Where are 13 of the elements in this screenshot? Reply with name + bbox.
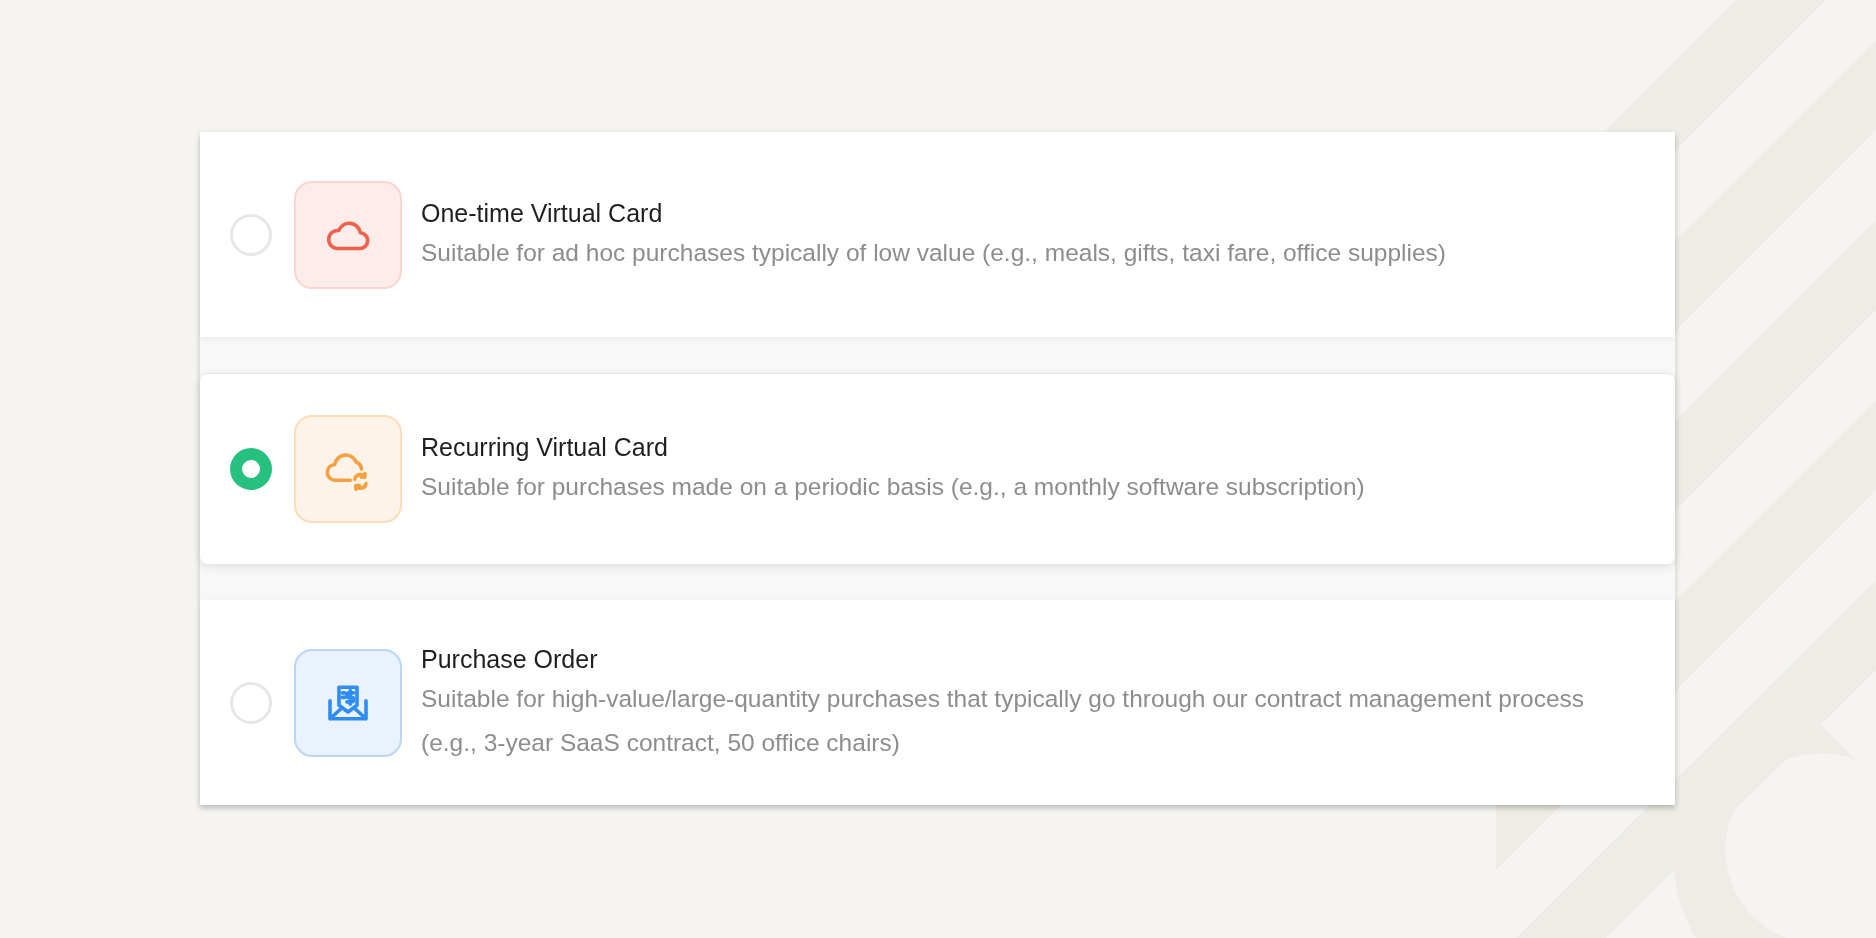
option-description: Suitable for purchases made on a periodic basis (e.g., a monthly software subscription)	[421, 472, 1366, 502]
option-description: Suitable for ad hoc purchases typically of low value (e.g., meals, gifts, taxi fare, office supplies)	[421, 237, 1447, 268]
option-title: One-time Virtual Card	[421, 197, 664, 229]
option-card[interactable]: Purchase Order Suitable for high-value/large-quantity purchases that typically go through our contract management process (e.g., 3-year SaaS contract, 50 office chairs)	[200, 600, 1675, 805]
radio-button[interactable]	[230, 448, 272, 490]
envelope-dollar-icon	[294, 648, 402, 757]
option-title: Purchase Order	[421, 643, 599, 675]
cloud-sync-icon	[294, 415, 402, 523]
cloud-icon	[294, 180, 402, 289]
option-card[interactable]: Recurring Virtual Card Suitable for purchases made on a periodic basis (e.g., a monthly software subscription)	[200, 373, 1675, 564]
option-title: Recurring Virtual Card	[421, 432, 669, 463]
option-card[interactable]: One-time Virtual Card Suitable for ad hoc purchases typically of low value (e.g., meals, gifts, taxi fare, office supplies)	[200, 132, 1675, 337]
option-description: Suitable for high-value/large-quantity purchases that typically go through our contract management process (e.g., 3-year SaaS contract, 50 office chairs)	[421, 683, 1586, 758]
